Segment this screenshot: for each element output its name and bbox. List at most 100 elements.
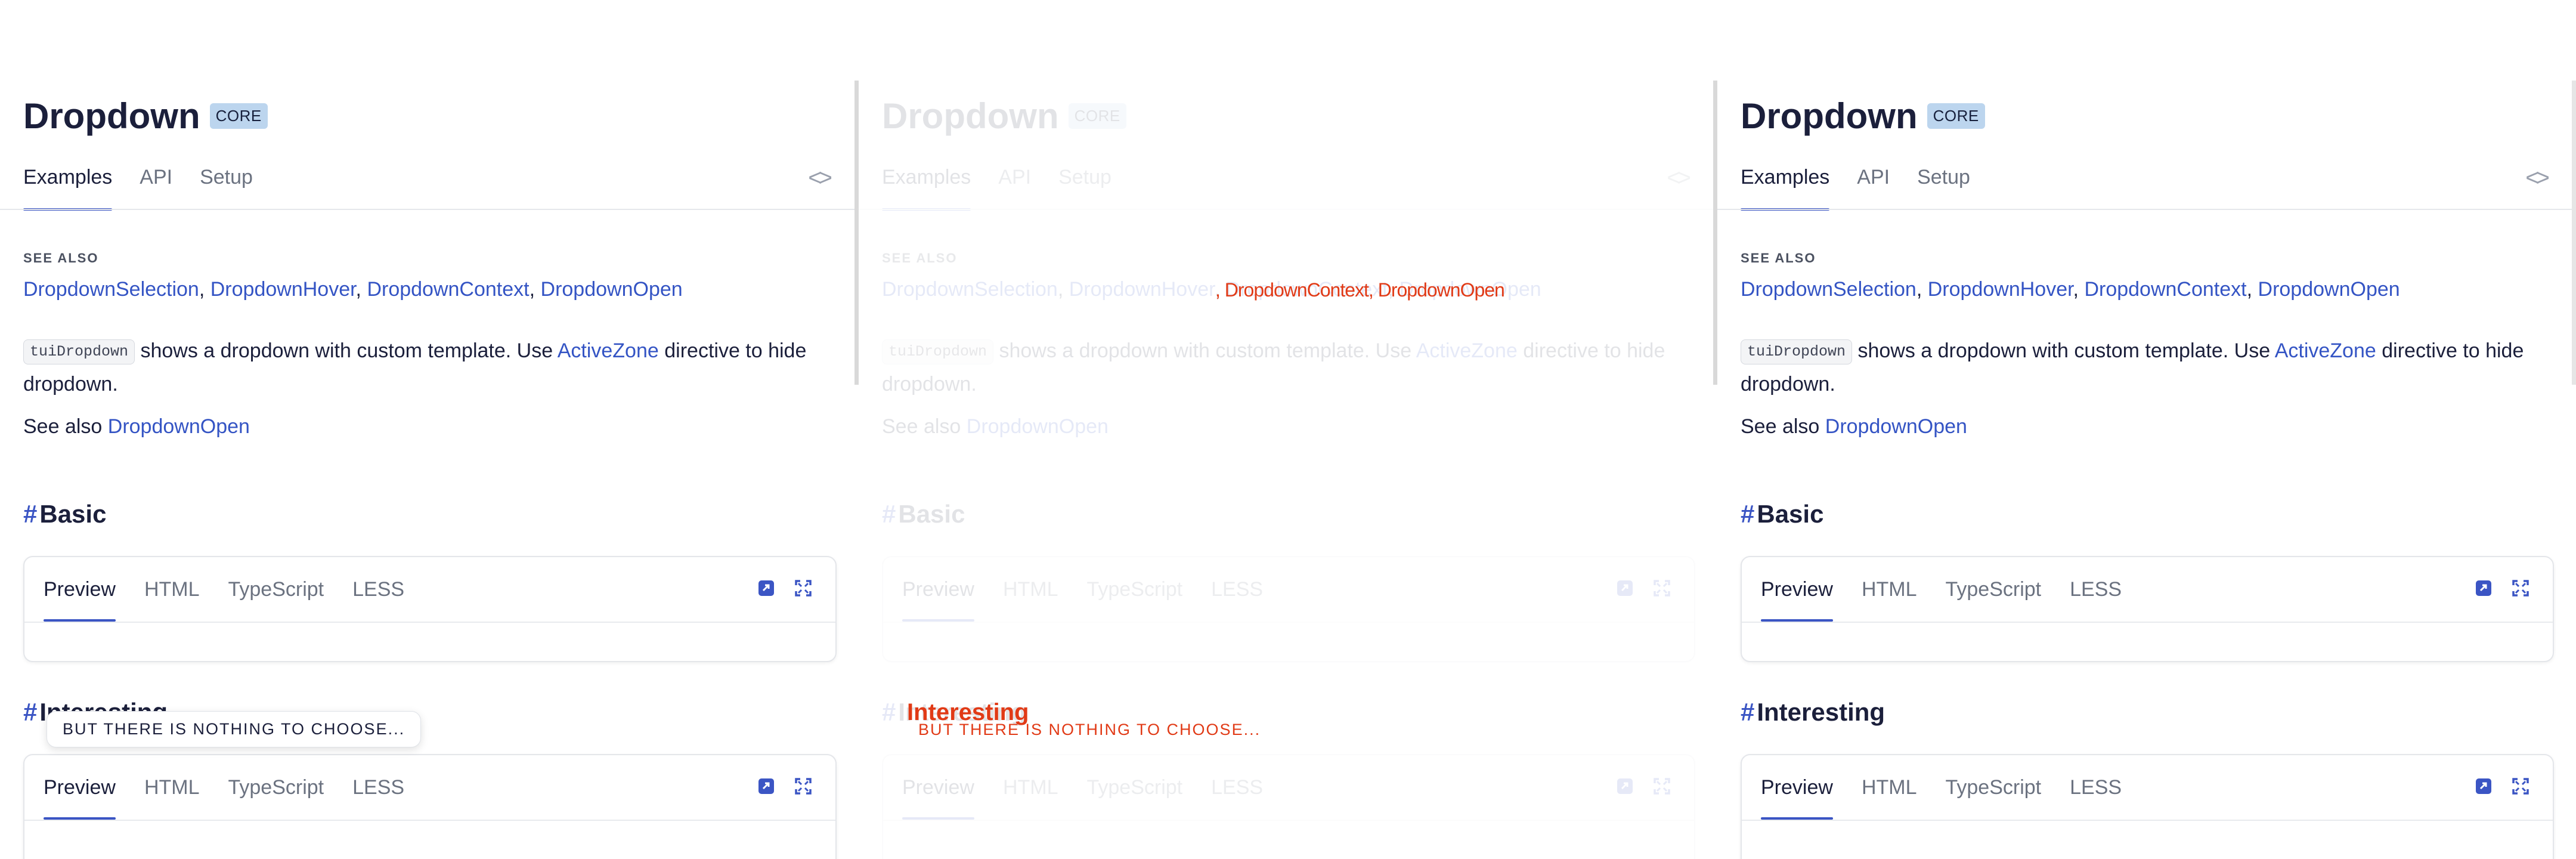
see-also-heading: SEE ALSO xyxy=(1741,251,1816,265)
anchor-hash[interactable]: # xyxy=(1741,500,1754,528)
card-tab-html[interactable]: HTML xyxy=(1862,755,1917,820)
overlay-tooltip: BUT THERE IS NOTHING TO CHOOSE... xyxy=(918,721,1261,739)
card-tab-typescript[interactable]: TypeScript xyxy=(1946,755,2042,820)
fullscreen-icon[interactable] xyxy=(2512,778,2529,795)
link-dropdown-hover[interactable]: DropdownHover xyxy=(210,278,356,301)
code-brackets-icon[interactable]: <> xyxy=(1667,165,1691,191)
open-in-editor-icon[interactable] xyxy=(758,580,775,597)
tabs-divider xyxy=(0,209,854,210)
card-tab-preview[interactable]: Preview xyxy=(902,755,974,820)
card-tabs: Preview HTML TypeScript LESS xyxy=(902,557,1292,622)
see-also-line: See also DropdownOpen xyxy=(882,415,1109,438)
tab-examples[interactable]: Examples xyxy=(882,163,971,211)
scrollbar[interactable] xyxy=(854,81,859,385)
scrollbar[interactable] xyxy=(1713,81,1717,385)
anchor-hash[interactable]: # xyxy=(882,500,896,528)
tab-api[interactable]: API xyxy=(998,163,1031,211)
tab-api[interactable]: API xyxy=(140,163,172,211)
link-dropdown-hover[interactable]: DropdownHover xyxy=(1928,278,2073,301)
link-dropdown-context[interactable]: DropdownContext xyxy=(367,278,529,301)
link-dropdown-open-inline[interactable]: DropdownOpen xyxy=(1825,415,1967,438)
example-card-interesting: Preview HTML TypeScript LESS xyxy=(882,754,1695,859)
anchor-hash[interactable]: # xyxy=(882,698,896,726)
card-tab-less[interactable]: LESS xyxy=(352,755,404,820)
dropdown-tooltip: BUT THERE IS NOTHING TO CHOOSE... xyxy=(47,711,422,747)
panel-right: Dropdown CORE Examples API Setup <> SEE … xyxy=(1717,0,2576,859)
scrollbar[interactable] xyxy=(2572,81,2576,385)
link-dropdown-open[interactable]: DropdownOpen xyxy=(541,278,683,301)
fullscreen-icon[interactable] xyxy=(1654,580,1670,597)
card-tab-preview[interactable]: Preview xyxy=(1761,557,1833,622)
card-tab-typescript[interactable]: TypeScript xyxy=(228,557,324,622)
link-dropdown-context[interactable]: DropdownContext xyxy=(2084,278,2246,301)
card-tab-typescript[interactable]: TypeScript xyxy=(228,755,324,820)
card-tab-html[interactable]: HTML xyxy=(1003,557,1058,622)
card-tabs: Preview HTML TypeScript LESS xyxy=(1761,755,2150,820)
link-active-zone[interactable]: ActiveZone xyxy=(558,339,659,362)
open-in-editor-icon[interactable] xyxy=(1617,580,1633,597)
card-tab-less[interactable]: LESS xyxy=(2070,557,2122,622)
section-basic-heading: #Basic xyxy=(23,500,107,528)
link-active-zone[interactable]: ActiveZone xyxy=(2275,339,2376,362)
see-also-links: DropdownSelection, DropdownHover, Dropdo… xyxy=(23,278,683,301)
card-tab-preview[interactable]: Preview xyxy=(44,557,116,622)
card-tab-html[interactable]: HTML xyxy=(144,557,200,622)
fullscreen-icon[interactable] xyxy=(1654,778,1670,795)
example-card-interesting: Preview HTML TypeScript LESS xyxy=(1741,754,2554,859)
see-also-heading: SEE ALSO xyxy=(882,251,958,265)
card-tab-typescript[interactable]: TypeScript xyxy=(1087,755,1183,820)
example-card-basic: Preview HTML TypeScript LESS xyxy=(1741,556,2554,662)
open-in-editor-icon[interactable] xyxy=(758,778,775,795)
tab-api[interactable]: API xyxy=(1857,163,1890,211)
link-dropdown-selection[interactable]: DropdownSelection xyxy=(882,278,1058,301)
code-chip: tuiDropdown xyxy=(23,339,135,364)
see-also-links: DropdownSelection, DropdownHover, Dropdo… xyxy=(1741,278,2400,301)
card-tabs: Preview HTML TypeScript LESS xyxy=(44,755,433,820)
link-dropdown-open-inline[interactable]: DropdownOpen xyxy=(967,415,1109,438)
card-tab-typescript[interactable]: TypeScript xyxy=(1946,557,2042,622)
card-tab-preview[interactable]: Preview xyxy=(902,557,974,622)
code-chip: tuiDropdown xyxy=(882,339,994,364)
card-tab-less[interactable]: LESS xyxy=(1211,755,1263,820)
link-dropdown-open[interactable]: DropdownOpen xyxy=(2258,278,2400,301)
tab-setup[interactable]: Setup xyxy=(1058,163,1111,211)
open-in-editor-icon[interactable] xyxy=(1617,778,1633,795)
anchor-hash[interactable]: # xyxy=(23,698,37,726)
fullscreen-icon[interactable] xyxy=(795,580,812,597)
tab-examples[interactable]: Examples xyxy=(1741,163,1830,211)
link-dropdown-selection[interactable]: DropdownSelection xyxy=(23,278,199,301)
card-tab-less[interactable]: LESS xyxy=(1211,557,1263,622)
card-divider xyxy=(883,622,1694,623)
code-brackets-icon[interactable]: <> xyxy=(808,165,832,191)
page-title: Dropdown CORE xyxy=(1741,95,1985,137)
link-active-zone[interactable]: ActiveZone xyxy=(1416,339,1518,362)
card-tab-preview[interactable]: Preview xyxy=(44,755,116,820)
link-dropdown-open-inline[interactable]: DropdownOpen xyxy=(108,415,250,438)
code-brackets-icon[interactable]: <> xyxy=(2525,165,2550,191)
see-also-line: See also DropdownOpen xyxy=(1741,415,1967,438)
example-card-basic: Preview HTML TypeScript LESS xyxy=(23,556,837,662)
tabs-divider xyxy=(1717,209,2572,210)
card-tab-less[interactable]: LESS xyxy=(352,557,404,622)
card-tab-html[interactable]: HTML xyxy=(144,755,200,820)
tab-setup[interactable]: Setup xyxy=(200,163,253,211)
anchor-hash[interactable]: # xyxy=(1741,698,1754,726)
description: tuiDropdown shows a dropdown with custom… xyxy=(882,339,1665,395)
tab-setup[interactable]: Setup xyxy=(1917,163,1970,211)
card-tab-html[interactable]: HTML xyxy=(1003,755,1058,820)
card-tab-html[interactable]: HTML xyxy=(1862,557,1917,622)
card-tabs: Preview HTML TypeScript LESS xyxy=(44,557,433,622)
link-dropdown-selection[interactable]: DropdownSelection xyxy=(1741,278,1916,301)
card-tab-typescript[interactable]: TypeScript xyxy=(1087,557,1183,622)
link-dropdown-hover[interactable]: DropdownHover xyxy=(1069,278,1215,301)
card-tab-preview[interactable]: Preview xyxy=(1761,755,1833,820)
open-in-editor-icon[interactable] xyxy=(2475,580,2492,597)
fullscreen-icon[interactable] xyxy=(2512,580,2529,597)
fullscreen-icon[interactable] xyxy=(795,778,812,795)
card-tab-less[interactable]: LESS xyxy=(2070,755,2122,820)
anchor-hash[interactable]: # xyxy=(23,500,37,528)
open-in-editor-icon[interactable] xyxy=(2475,778,2492,795)
card-tabs: Preview HTML TypeScript LESS xyxy=(1761,557,2150,622)
card-tabs: Preview HTML TypeScript LESS xyxy=(902,755,1292,820)
tab-examples[interactable]: Examples xyxy=(23,163,113,211)
